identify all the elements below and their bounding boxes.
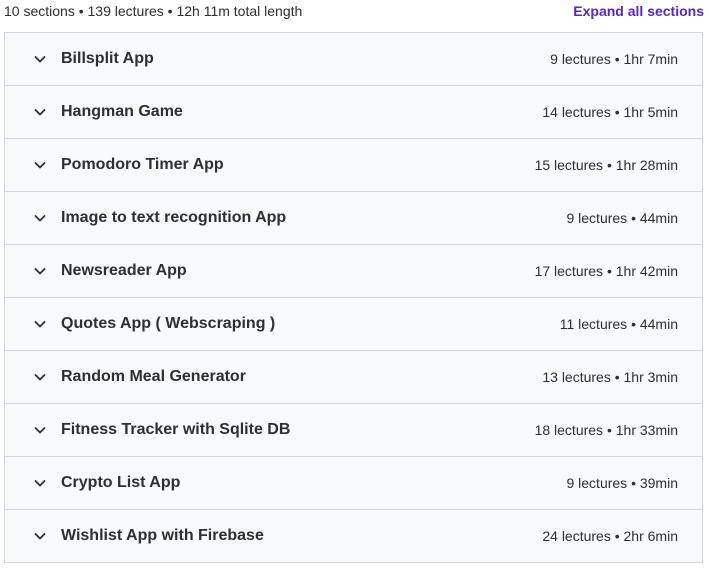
chevron-down-icon [33, 211, 47, 225]
section-header-quotes-app[interactable]: Quotes App ( Webscraping ) 11 lectures •… [5, 298, 702, 351]
section-meta: 9 lectures • 39min [566, 475, 678, 491]
section-meta: 18 lectures • 1hr 33min [534, 422, 678, 438]
section-title: Random Meal Generator [61, 368, 246, 385]
section-meta: 11 lectures • 44min [559, 316, 678, 332]
section-meta: 15 lectures • 1hr 28min [534, 157, 678, 173]
section-meta: 9 lectures • 1hr 7min [550, 51, 678, 67]
expand-all-sections-button[interactable]: Expand all sections [573, 3, 704, 19]
section-header-pomodoro-timer-app[interactable]: Pomodoro Timer App 15 lectures • 1hr 28m… [5, 139, 702, 192]
section-title: Billsplit App [61, 50, 154, 67]
section-title: Hangman Game [61, 103, 183, 120]
section-header-random-meal-generator[interactable]: Random Meal Generator 13 lectures • 1hr … [5, 351, 702, 404]
sections-accordion: Billsplit App 9 lectures • 1hr 7min Hang… [4, 32, 703, 563]
chevron-down-icon [33, 105, 47, 119]
chevron-down-icon [33, 370, 47, 384]
chevron-down-icon [33, 158, 47, 172]
chevron-down-icon [33, 423, 47, 437]
section-title: Newsreader App [61, 262, 187, 279]
section-meta: 17 lectures • 1hr 42min [534, 263, 678, 279]
section-title: Crypto List App [61, 474, 181, 491]
curriculum-summary-bar: 10 sections • 139 lectures • 12h 11m tot… [4, 0, 704, 24]
section-title: Wishlist App with Firebase [61, 527, 264, 544]
section-title: Fitness Tracker with Sqlite DB [61, 421, 291, 438]
section-header-billsplit-app[interactable]: Billsplit App 9 lectures • 1hr 7min [5, 33, 702, 86]
chevron-down-icon [33, 317, 47, 331]
section-meta: 9 lectures • 44min [566, 210, 678, 226]
section-header-wishlist-app[interactable]: Wishlist App with Firebase 24 lectures •… [5, 510, 702, 562]
chevron-down-icon [33, 476, 47, 490]
section-title: Image to text recognition App [61, 209, 287, 226]
chevron-down-icon [33, 52, 47, 66]
section-header-hangman-game[interactable]: Hangman Game 14 lectures • 1hr 5min [5, 86, 702, 139]
section-header-image-to-text-recognition-app[interactable]: Image to text recognition App 9 lectures… [5, 192, 702, 245]
section-header-crypto-list-app[interactable]: Crypto List App 9 lectures • 39min [5, 457, 702, 510]
section-title: Pomodoro Timer App [61, 156, 224, 173]
section-meta: 13 lectures • 1hr 3min [542, 369, 678, 385]
curriculum-summary: 10 sections • 139 lectures • 12h 11m tot… [4, 3, 303, 19]
section-header-newsreader-app[interactable]: Newsreader App 17 lectures • 1hr 42min [5, 245, 702, 298]
section-meta: 14 lectures • 1hr 5min [542, 104, 678, 120]
section-title: Quotes App ( Webscraping ) [61, 315, 276, 332]
chevron-down-icon [33, 529, 47, 543]
section-meta: 24 lectures • 2hr 6min [542, 528, 678, 544]
section-header-fitness-tracker[interactable]: Fitness Tracker with Sqlite DB 18 lectur… [5, 404, 702, 457]
chevron-down-icon [33, 264, 47, 278]
